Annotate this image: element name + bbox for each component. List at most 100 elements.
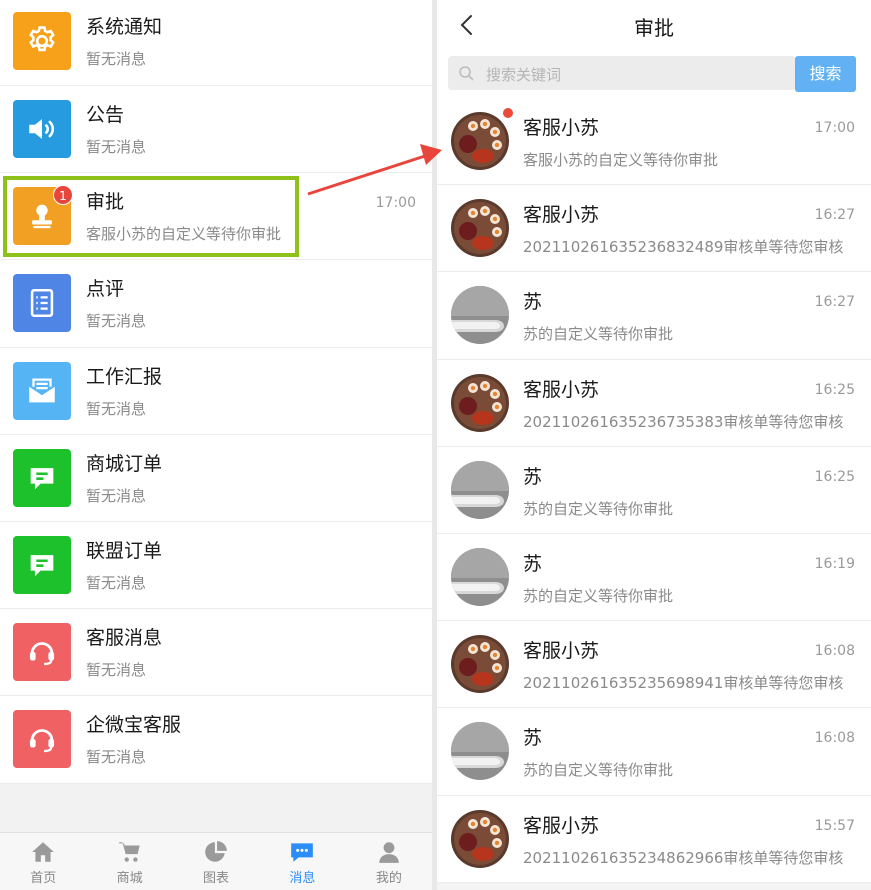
user-icon	[379, 842, 399, 863]
tea-avatar	[451, 373, 509, 432]
category-subtitle: 暂无消息	[86, 138, 147, 156]
category-title: 联盟订单	[86, 539, 163, 562]
list-item[interactable]: 客服小苏 202110261635236735383审核单等待您审核 16:25	[437, 359, 871, 447]
message-preview: 202110261635234862966审核单等待您审核	[523, 848, 844, 867]
category-subtitle: 暂无消息	[86, 748, 147, 767]
handle-avatar	[451, 286, 509, 345]
category-work-report[interactable]: 工作汇报 暂无消息	[0, 347, 432, 435]
annotation-highlight-box	[3, 176, 299, 257]
message-preview: 202110261635235698941审核单等待您审核	[523, 674, 844, 693]
list-item[interactable]: 客服小苏 202110261635235698941审核单等待您审核 16:08	[437, 621, 871, 709]
speaker-icon	[13, 100, 71, 158]
handle-avatar	[451, 722, 509, 781]
tab-label: 首页	[30, 871, 57, 886]
category-alliance-order[interactable]: 联盟订单 暂无消息	[0, 521, 432, 610]
message-icon	[291, 843, 314, 862]
tab-label: 图表	[203, 871, 230, 886]
list-item[interactable]: 苏 苏的自定义等待你审批 16:25	[437, 446, 871, 534]
message-time: 16:08	[814, 643, 855, 660]
category-title: 商城订单	[86, 452, 163, 475]
home-icon	[32, 842, 55, 862]
sender-name: 客服小苏	[523, 814, 600, 837]
chat-icon	[13, 535, 71, 594]
category-subtitle: 暂无消息	[86, 312, 147, 331]
tab-label: 消息	[289, 871, 316, 886]
pie-chart-icon	[205, 841, 227, 862]
handle-avatar	[451, 547, 509, 606]
headset-icon	[13, 710, 71, 769]
mail-icon	[13, 361, 71, 420]
category-title: 点评	[86, 278, 125, 301]
message-preview: 202110261635236735383审核单等待您审核	[523, 412, 844, 431]
headset-icon	[13, 623, 71, 682]
approval-list: 客服小苏 客服小苏的自定义等待你审批 17:00 客服小苏 2021102616…	[437, 98, 871, 883]
category-customer-service[interactable]: 客服消息 暂无消息	[0, 609, 432, 697]
handle-avatar	[451, 460, 509, 519]
message-category-list: 系统通知 暂无消息 公告 暂无消息 审批 客服小苏的自定义等待你审批 17:00…	[0, 0, 432, 784]
list-item[interactable]: 苏 苏的自定义等待你审批 16:08	[437, 708, 871, 796]
gear-icon	[13, 12, 71, 70]
tab-messages[interactable]: 消息	[259, 833, 345, 890]
category-title: 系统通知	[86, 16, 163, 38]
category-wecom-service[interactable]: 企微宝客服 暂无消息	[0, 696, 432, 784]
chat-icon	[13, 448, 71, 507]
message-time: 16:27	[814, 207, 855, 224]
tab-label: 商城	[116, 871, 143, 886]
category-title: 公告	[86, 104, 125, 126]
category-system-notice[interactable]: 系统通知 暂无消息	[0, 0, 432, 86]
search-input[interactable]: 搜索关键词	[448, 56, 796, 90]
category-subtitle: 暂无消息	[86, 50, 147, 68]
sender-name: 苏	[523, 727, 543, 750]
tea-avatar	[451, 112, 509, 170]
bottom-tab-bar: 首页 商城 图表 消息 我的	[0, 832, 432, 890]
sender-name: 客服小苏	[523, 204, 600, 227]
tab-mall[interactable]: 商城	[86, 833, 172, 890]
sender-name: 客服小苏	[523, 117, 600, 139]
tab-me[interactable]: 我的	[346, 833, 432, 890]
message-preview: 苏的自定义等待你审批	[523, 586, 674, 605]
list-item[interactable]: 客服小苏 202110261635236832489审核单等待您审核 16:27	[437, 185, 871, 273]
category-title: 企微宝客服	[86, 714, 182, 737]
list-item[interactable]: 客服小苏 客服小苏的自定义等待你审批 17:00	[437, 98, 871, 186]
message-time: 16:25	[814, 468, 855, 485]
search-bar: 搜索关键词 搜索	[437, 50, 871, 98]
list-item[interactable]: 客服小苏 202110261635234862966审核单等待您审核 15:57	[437, 795, 871, 883]
tea-avatar	[451, 809, 509, 868]
message-time: 16:25	[814, 381, 855, 398]
message-preview: 苏的自定义等待你审批	[523, 325, 674, 344]
sender-name: 苏	[523, 552, 543, 575]
message-preview: 202110261635236832489审核单等待您审核	[523, 238, 844, 257]
message-preview: 苏的自定义等待你审批	[523, 499, 674, 518]
category-mall-order[interactable]: 商城订单 暂无消息	[0, 434, 432, 522]
list-item[interactable]: 苏 苏的自定义等待你审批 16:27	[437, 272, 871, 360]
list-item[interactable]: 苏 苏的自定义等待你审批 16:19	[437, 533, 871, 622]
message-time: 16:08	[814, 730, 855, 747]
tea-avatar	[451, 635, 509, 694]
nav-header: 审批	[437, 0, 871, 50]
category-title: 客服消息	[86, 627, 163, 650]
category-subtitle: 暂无消息	[86, 399, 147, 418]
unread-dot	[502, 107, 514, 119]
sender-name: 苏	[523, 465, 543, 488]
document-icon	[13, 274, 71, 333]
search-icon	[459, 66, 474, 81]
message-time: 16:19	[814, 555, 855, 572]
approval-list-panel: 审批 搜索关键词 搜索 客服小苏 客服小苏的自定义等待你审批 17:00 客服小…	[437, 0, 871, 890]
tea-avatar	[451, 199, 509, 258]
message-time: 16:27	[814, 294, 855, 311]
category-subtitle: 暂无消息	[86, 573, 147, 592]
message-time: 17:00	[814, 120, 855, 136]
message-center-panel: 系统通知 暂无消息 公告 暂无消息 审批 客服小苏的自定义等待你审批 17:00…	[0, 0, 432, 890]
category-subtitle: 暂无消息	[86, 486, 147, 505]
search-button[interactable]: 搜索	[795, 56, 856, 92]
category-review[interactable]: 点评 暂无消息	[0, 260, 432, 348]
sender-name: 客服小苏	[523, 640, 600, 663]
tab-home[interactable]: 首页	[0, 833, 86, 890]
cart-icon	[118, 842, 140, 862]
category-subtitle: 暂无消息	[86, 661, 147, 680]
search-placeholder: 搜索关键词	[486, 66, 562, 84]
tab-charts[interactable]: 图表	[173, 833, 259, 890]
message-time: 15:57	[814, 817, 855, 834]
tab-label: 我的	[375, 871, 402, 886]
sender-name: 苏	[523, 291, 543, 314]
